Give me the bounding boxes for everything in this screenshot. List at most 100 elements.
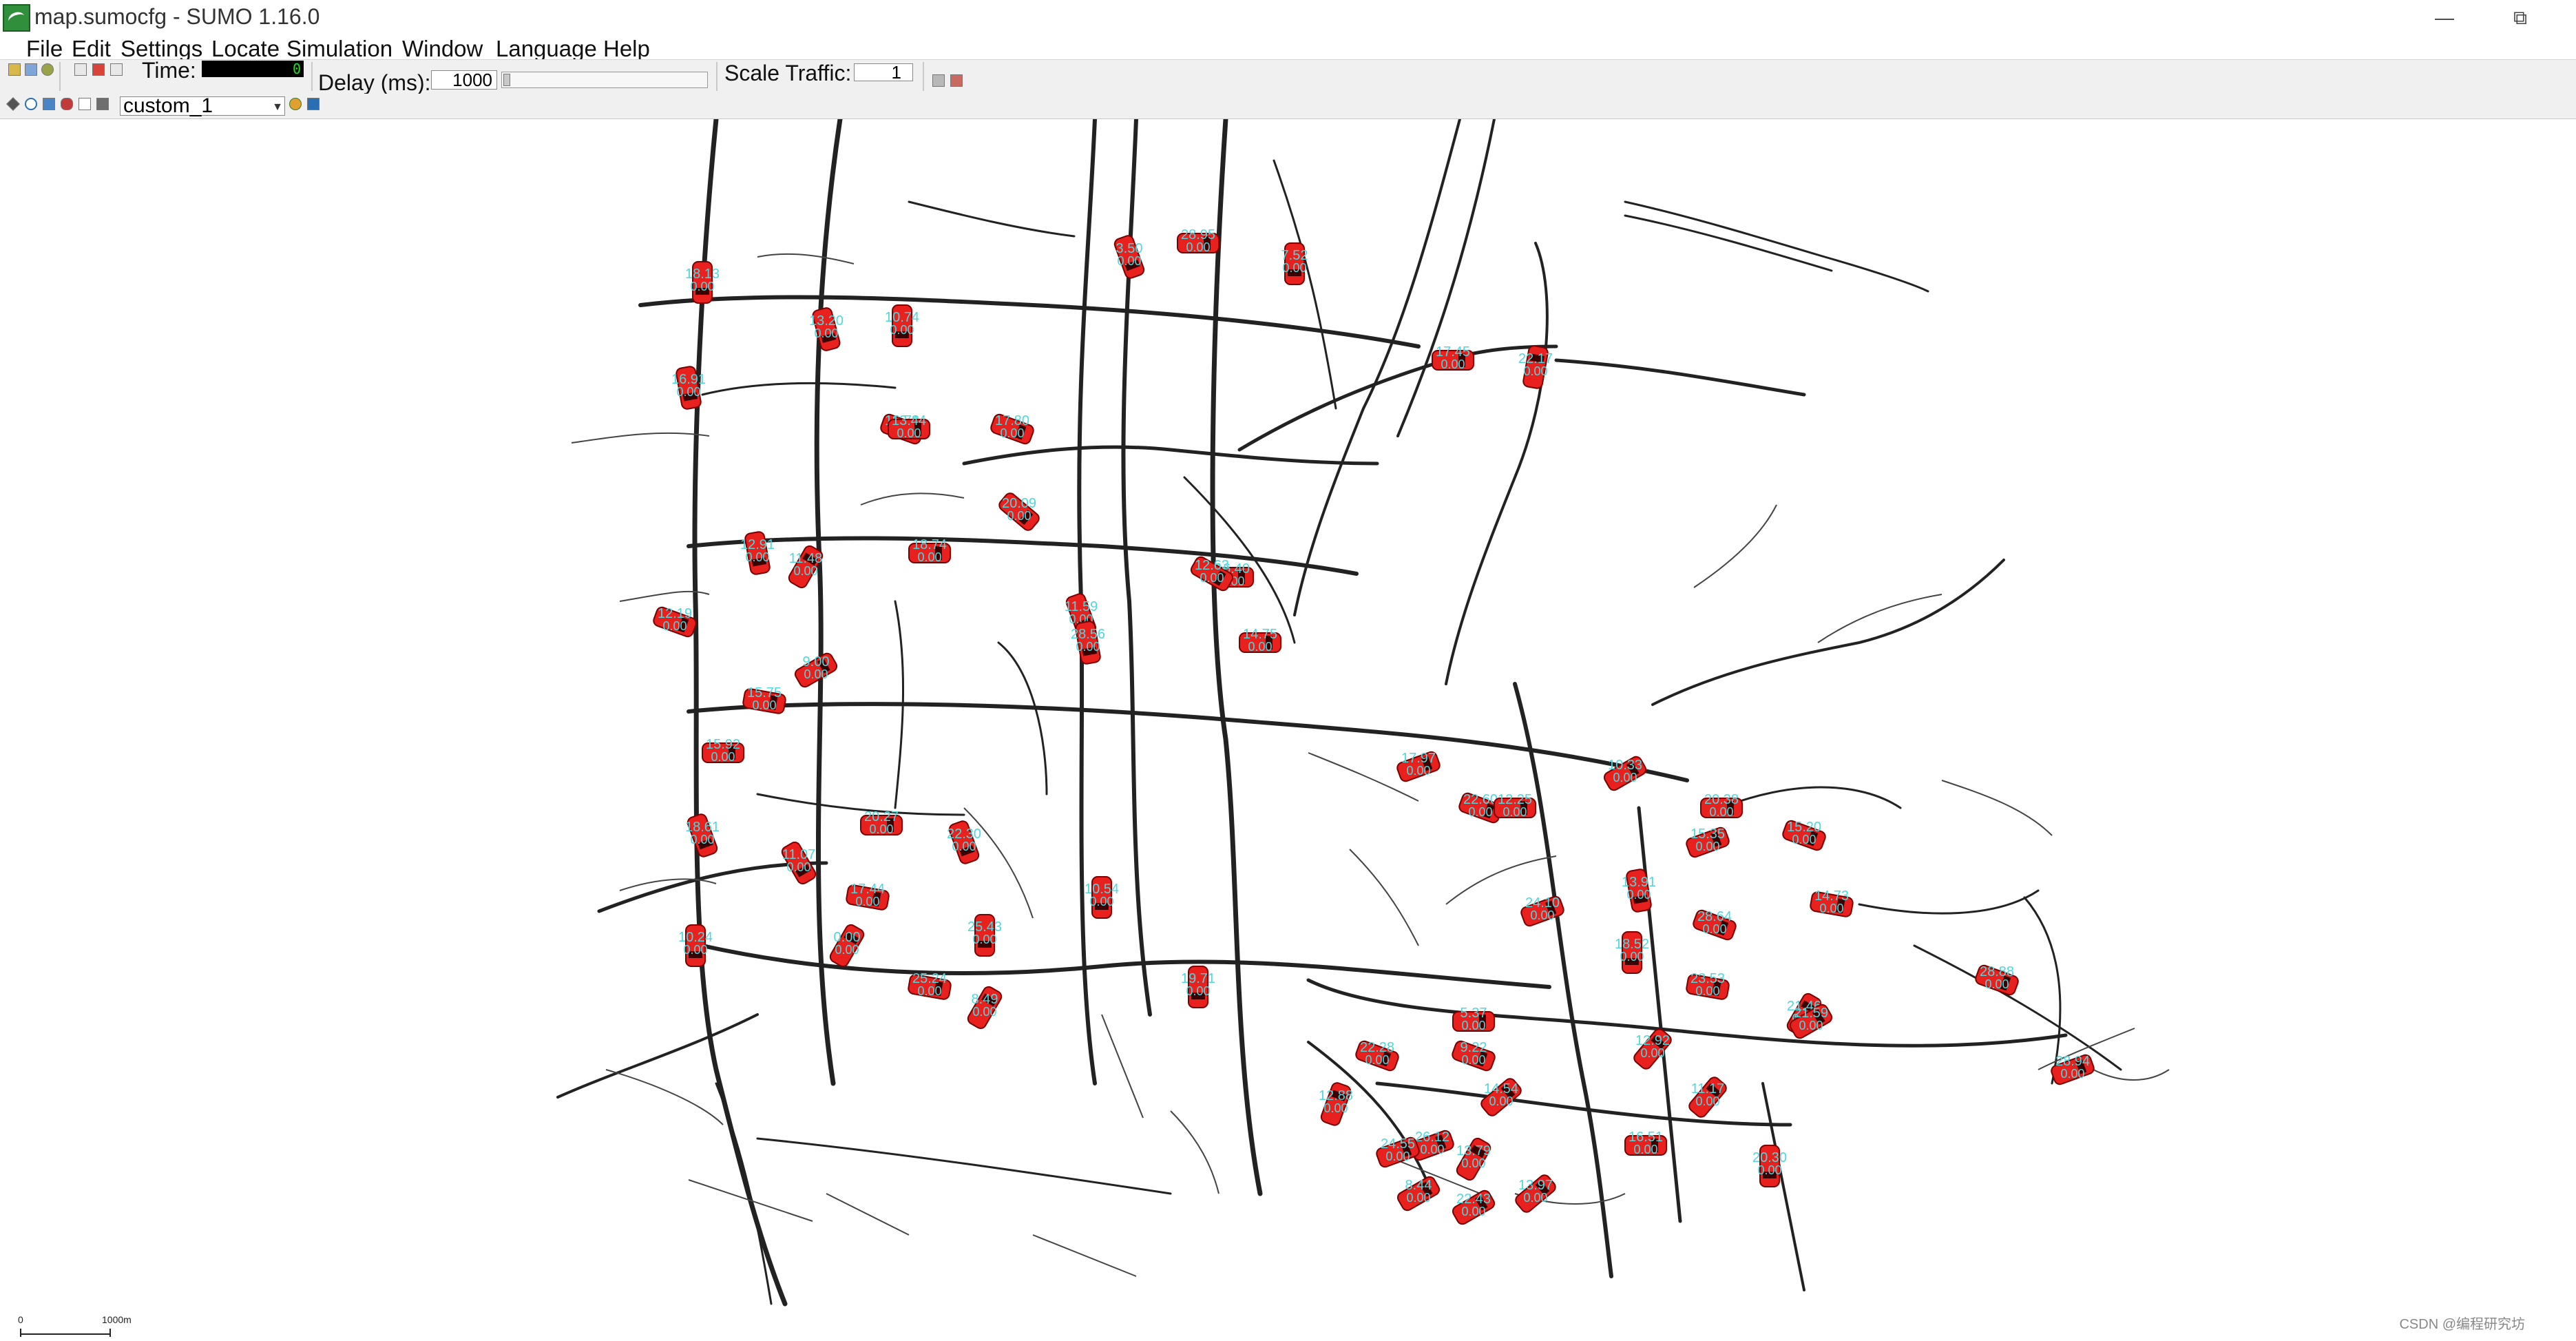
vehicle-locate-icon[interactable] [61,98,73,110]
vehicle[interactable]: 20.380.00 [1700,792,1743,819]
vehicle[interactable]: 16.510.00 [1624,1130,1667,1156]
menu-edit[interactable]: Edit [72,37,111,61]
vehicle-value-label: 0.00 [855,895,879,908]
vehicle[interactable]: 14.540.00 [1479,1077,1523,1118]
vehicle[interactable]: 15.200.00 [1781,820,1827,852]
edit-viewport-icon[interactable] [78,98,91,110]
vehicle[interactable]: 12.250.00 [1494,792,1536,819]
menu-window[interactable]: Window [402,37,483,61]
restore-icon[interactable]: ⧉ [2506,6,2534,30]
delay-slider[interactable] [501,72,708,88]
screenshot-view-icon[interactable] [96,98,109,110]
vehicle[interactable]: 20.090.00 [997,491,1041,532]
vehicle[interactable]: 13.790.00 [1455,1136,1492,1182]
scale-traffic-input[interactable]: 1 [854,63,913,81]
vehicle[interactable]: 25.240.00 [908,971,952,1000]
vehicle-value-label: 0.00 [676,385,700,399]
vehicle[interactable]: 13.440.00 [888,413,930,440]
menu-file[interactable]: File [26,37,63,61]
vehicle[interactable]: 25.430.00 [967,914,1002,957]
vehicle[interactable]: 28.640.00 [1692,909,1737,942]
vehicle[interactable]: 28.950.00 [1177,227,1219,254]
vehicle[interactable]: 13.970.00 [1514,1173,1558,1214]
vehicle[interactable]: 14.750.00 [1239,627,1281,654]
vehicle-value-label: 0.00 [1406,764,1430,778]
vehicle[interactable]: 10.240.00 [678,924,713,967]
vehicle-value-label: 0.00 [793,564,817,578]
vehicle[interactable]: 18.740.00 [908,537,951,564]
vehicle[interactable]: 22.280.00 [1354,1040,1400,1072]
vehicle[interactable]: 10.540.00 [1085,876,1119,919]
vehicle[interactable]: 17.440.00 [846,882,890,911]
vehicle-value-label: 0.00 [1461,1205,1485,1218]
run-icon[interactable] [74,63,87,76]
vehicle[interactable]: 12.880.00 [1319,1081,1353,1127]
delay-slider-thumb[interactable] [503,74,510,86]
vehicle[interactable]: 28.880.00 [1974,964,2020,997]
visualization-settings-icon[interactable] [289,98,302,110]
vehicle[interactable]: 13.200.00 [809,306,844,351]
vehicle[interactable]: 18.520.00 [1615,931,1649,974]
vehicle[interactable]: 23.530.00 [1686,971,1730,1000]
vehicle[interactable]: 19.710.00 [1181,966,1215,1008]
vehicle-value-label: 0.00 [1819,902,1843,915]
vehicle[interactable]: 14.730.00 [1810,888,1854,917]
vehicle[interactable]: 28.940.00 [2050,1054,2095,1086]
vehicle[interactable]: 3.500.00 [1113,234,1146,280]
open-icon[interactable] [8,63,21,76]
vehicle[interactable]: 12.920.00 [1632,1027,1673,1071]
zoom-icon[interactable] [25,98,37,110]
vehicle[interactable]: 15.750.00 [742,685,786,714]
vehicle-value-label: 0.00 [1613,771,1637,784]
vehicle[interactable]: 12.190.00 [652,606,698,638]
vehicle[interactable]: 24.550.00 [1375,1136,1421,1169]
breakpoints-icon[interactable] [307,98,320,110]
vehicle[interactable]: 9.000.00 [793,652,839,689]
menu-simulation[interactable]: Simulation [286,37,392,61]
vehicle[interactable]: 5.370.00 [1452,1006,1495,1032]
vehicle[interactable]: 28.560.00 [1071,621,1105,665]
minimize-icon[interactable]: — [2431,6,2458,30]
vehicle-value-label: 0.00 [1626,888,1651,902]
vehicle[interactable]: 17.970.00 [1396,751,1441,783]
vehicle-value-label: 0.00 [1640,1046,1664,1060]
screenshot-icon[interactable] [932,74,945,87]
vehicle-value-label: 0.00 [786,860,810,874]
locate-icon[interactable] [43,98,55,110]
network-map[interactable]: 18.130.00 16.910.00 13.200.00 10.740.00 12.1… [0,119,2576,1341]
color-scheme-select[interactable]: custom_1 ▼ [120,96,285,116]
vehicle[interactable]: 20.270.00 [860,809,903,836]
delay-input[interactable]: 1000 [431,70,497,90]
vehicle[interactable]: 15.350.00 [1685,827,1730,859]
vehicle[interactable]: 8.490.00 [966,985,1003,1030]
vehicle[interactable]: 8.440.00 [1396,1175,1441,1212]
vehicle[interactable]: 7.520.00 [1281,242,1308,285]
vehicle[interactable]: 12.910.00 [740,531,775,575]
vehicle[interactable]: 22.300.00 [947,820,981,865]
vehicle[interactable]: 10.740.00 [885,304,919,347]
record-icon[interactable] [950,74,963,87]
vehicle[interactable]: 15.920.00 [702,737,744,764]
vehicle[interactable]: 16.910.00 [671,366,706,410]
menu-locate[interactable]: Locate [211,37,280,61]
vehicle[interactable]: 22.430.00 [1451,1189,1496,1226]
menu-help[interactable]: Help [603,37,650,61]
menu-settings[interactable]: Settings [121,37,202,61]
vehicle[interactable]: 18.130.00 [685,261,720,304]
vehicle[interactable]: 10.330.00 [1602,755,1648,792]
reload-icon[interactable] [25,63,37,76]
stop-icon[interactable] [92,63,105,76]
close-sim-icon[interactable] [41,63,54,76]
vehicle[interactable]: 13.910.00 [1622,869,1656,913]
vehicle[interactable]: 17.800.00 [989,413,1035,446]
vehicle[interactable]: 9.220.00 [1451,1040,1496,1072]
vehicle[interactable]: 22.170.00 [1518,345,1553,389]
vehicle[interactable]: 21.590.00 [1788,1003,1834,1040]
step-icon[interactable] [110,63,123,76]
vehicle[interactable]: 11.170.00 [1687,1075,1728,1119]
vehicle-value-label: 0.00 [1441,357,1465,371]
vehicle[interactable]: 18.610.00 [685,813,720,858]
menu-language[interactable]: Language [496,37,597,61]
vehicle[interactable]: 17.450.00 [1432,344,1474,371]
vehicle[interactable]: 0.000.00 [828,923,866,968]
